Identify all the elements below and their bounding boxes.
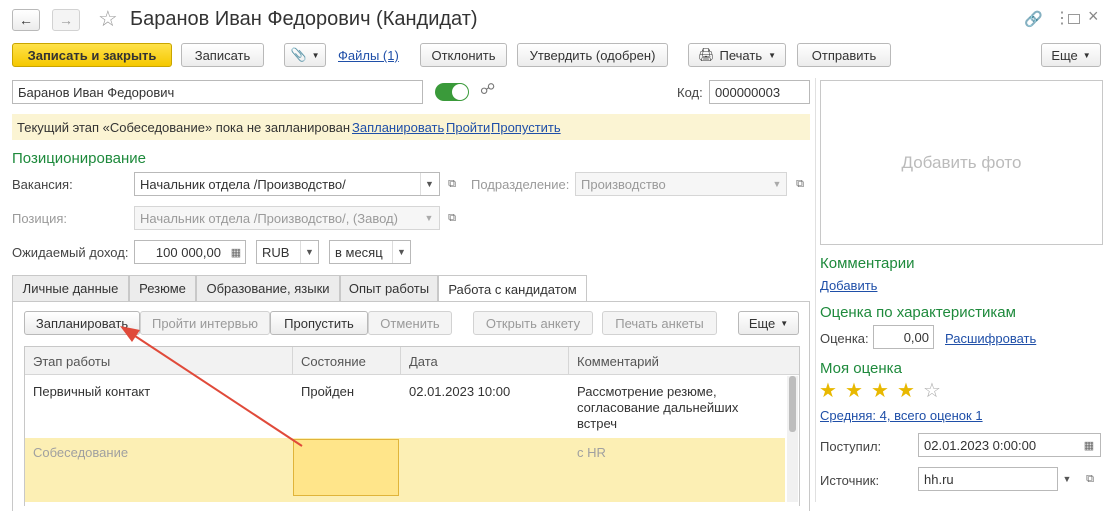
received-label: Поступил: [820,439,882,454]
rating-label: Оценка: [820,331,869,346]
add-comment-link[interactable]: Добавить [820,278,877,293]
star-outline-icon[interactable]: ☆ [923,378,941,403]
average-rating-link[interactable]: Средняя: 4, всего оценок 1 [820,408,983,423]
right-panel-divider [815,78,816,502]
received-value: 02.01.2023 0:00:00 [924,437,1037,453]
source-value: hh.ru [924,471,954,487]
rating-title: Оценка по характеристикам [820,304,1016,321]
my-rating-title: Моя оценка [820,360,902,377]
comments-title: Комментарии [820,255,915,272]
rating-input[interactable]: 0,00 [873,325,934,349]
source-label: Источник: [820,473,880,488]
annotation-arrow [120,326,303,447]
source-input[interactable]: hh.ru [918,467,1058,491]
star-filled-icon[interactable]: ★ [819,378,837,403]
source-dropdown[interactable]: ▼ [1058,468,1076,490]
rating-value: 0,00 [903,329,929,345]
star-filled-icon[interactable]: ★ [897,378,915,403]
add-photo-label: Добавить фото [901,152,1022,172]
star-filled-icon[interactable]: ★ [871,378,889,403]
decode-link[interactable]: Расшифровать [945,331,1036,346]
star-filled-icon[interactable]: ★ [845,378,863,403]
source-open-icon[interactable]: ⧉ [1080,468,1100,490]
calendar-icon[interactable]: ▦ [1079,434,1099,456]
received-input[interactable]: 02.01.2023 0:00:00 [918,433,1101,457]
photo-box[interactable]: Добавить фото [820,80,1103,245]
chevron-down-icon: ▼ [1062,474,1072,484]
